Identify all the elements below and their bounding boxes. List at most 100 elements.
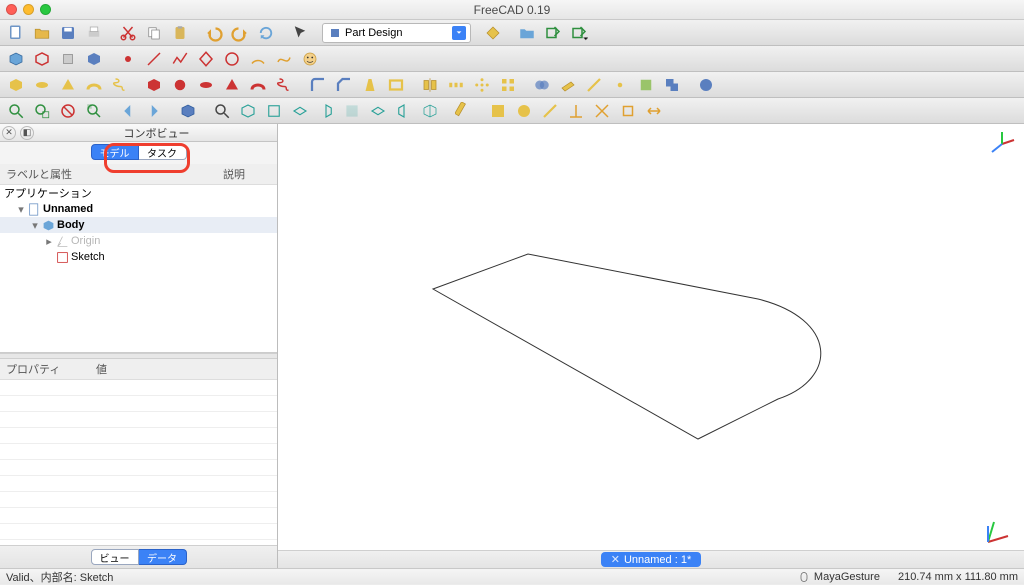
shapebinder-button[interactable]	[634, 74, 658, 96]
zoom-select-button[interactable]	[82, 100, 106, 122]
new-file-button[interactable]	[4, 22, 28, 44]
print-button[interactable]	[82, 22, 106, 44]
loft-button[interactable]	[56, 74, 80, 96]
circle-button[interactable]	[220, 48, 244, 70]
zoom-button[interactable]	[210, 100, 234, 122]
snap6-button[interactable]	[616, 100, 640, 122]
redo-button[interactable]	[228, 22, 252, 44]
tree-row-origin[interactable]: ▸ Origin	[0, 233, 277, 249]
subhelix-button[interactable]	[272, 74, 296, 96]
front-view-button[interactable]	[262, 100, 286, 122]
thickness-button[interactable]	[384, 74, 408, 96]
top-view-button[interactable]	[288, 100, 312, 122]
sphere-button[interactable]	[694, 74, 718, 96]
cancel-button[interactable]	[56, 100, 80, 122]
datum-plane-button[interactable]	[556, 74, 580, 96]
bottom-view-button[interactable]	[366, 100, 390, 122]
groove-button[interactable]	[194, 74, 218, 96]
snap1-button[interactable]	[486, 100, 510, 122]
property-grid[interactable]	[0, 380, 277, 545]
zoom-fit-button[interactable]	[4, 100, 28, 122]
tree-row-sketch[interactable]: Sketch	[0, 249, 277, 265]
revolve-button[interactable]	[30, 74, 54, 96]
ruler-button[interactable]	[452, 100, 476, 122]
nav-back-button[interactable]	[116, 100, 140, 122]
axo-view-button[interactable]	[236, 100, 260, 122]
pad-button[interactable]	[4, 74, 28, 96]
arc-button[interactable]	[246, 48, 270, 70]
paste-button[interactable]	[168, 22, 192, 44]
hole-button[interactable]	[168, 74, 192, 96]
pocket-button[interactable]	[142, 74, 166, 96]
export-button[interactable]	[541, 22, 565, 44]
snap2-button[interactable]	[512, 100, 536, 122]
panel-close-button[interactable]: ✕	[2, 126, 16, 140]
draft-button[interactable]	[358, 74, 382, 96]
tab-data[interactable]: データ	[139, 549, 187, 565]
tab-task[interactable]: タスク	[139, 144, 187, 160]
left-view-button[interactable]	[392, 100, 416, 122]
viewport-3d[interactable]: ✕ Unnamed : 1*	[278, 124, 1024, 568]
face-icon-button[interactable]	[298, 48, 322, 70]
polar-pattern-button[interactable]	[470, 74, 494, 96]
datum-line-button[interactable]	[582, 74, 606, 96]
multitransform-button[interactable]	[496, 74, 520, 96]
model-tree[interactable]: アプリケーション ▾ Unnamed ▾ Body ▸ Origin Sketc…	[0, 185, 277, 353]
tree-row-document[interactable]: ▾ Unnamed	[0, 201, 277, 217]
workbench-select[interactable]: Part Design	[322, 23, 471, 43]
snap5-button[interactable]	[590, 100, 614, 122]
export-dropdown-button[interactable]	[567, 22, 591, 44]
pointer-button[interactable]	[288, 22, 312, 44]
boolean-button[interactable]	[530, 74, 554, 96]
undo-button[interactable]	[202, 22, 226, 44]
titlebar: FreeCAD 0.19	[0, 0, 1024, 20]
cube-out-button[interactable]	[30, 48, 54, 70]
tree-row-app[interactable]: アプリケーション	[0, 185, 277, 201]
polyline-button[interactable]	[168, 48, 192, 70]
datum-point-button[interactable]	[608, 74, 632, 96]
fillet-button[interactable]	[306, 74, 330, 96]
save-button[interactable]	[56, 22, 80, 44]
zoom-window-button2[interactable]	[30, 100, 54, 122]
origin-icon	[56, 235, 69, 248]
viewport-tab-label: Unnamed : 1*	[624, 554, 691, 566]
nav-forward-button[interactable]	[142, 100, 166, 122]
cube-base-button[interactable]	[82, 48, 106, 70]
helix-button[interactable]	[108, 74, 132, 96]
rear-view-button[interactable]	[340, 100, 364, 122]
measure-button[interactable]	[481, 22, 505, 44]
subloft-button[interactable]	[220, 74, 244, 96]
right-view-button[interactable]	[314, 100, 338, 122]
copy-button[interactable]	[142, 22, 166, 44]
view-cube-button[interactable]	[176, 100, 200, 122]
chamfer-button[interactable]	[332, 74, 356, 96]
cube-blue-button[interactable]	[4, 48, 28, 70]
iso-view-button[interactable]	[418, 100, 442, 122]
point-button[interactable]	[116, 48, 140, 70]
dropdown-caret-icon	[452, 26, 466, 40]
line-button[interactable]	[142, 48, 166, 70]
snap4-button[interactable]	[564, 100, 588, 122]
tree-row-body[interactable]: ▾ Body	[0, 217, 277, 233]
viewport-tab[interactable]: ✕ Unnamed : 1*	[601, 552, 701, 567]
cube-lift-button[interactable]	[56, 48, 80, 70]
refresh-button[interactable]	[254, 22, 278, 44]
diamond-button[interactable]	[194, 48, 218, 70]
sweep-button[interactable]	[82, 74, 106, 96]
viewport-tab-close-icon[interactable]: ✕	[611, 553, 620, 566]
cut-button[interactable]	[116, 22, 140, 44]
panel-detach-button[interactable]: ◧	[20, 126, 34, 140]
mirror-button[interactable]	[418, 74, 442, 96]
subsweep-button[interactable]	[246, 74, 270, 96]
linear-pattern-button[interactable]	[444, 74, 468, 96]
open-file-button[interactable]	[30, 22, 54, 44]
tab-model[interactable]: モデル	[91, 144, 139, 160]
prop-col-value: 値	[90, 359, 113, 379]
tab-view[interactable]: ビュー	[91, 549, 139, 565]
snap7-button[interactable]	[642, 100, 666, 122]
snap3-button[interactable]	[538, 100, 562, 122]
clone-button[interactable]	[660, 74, 684, 96]
freehand-button[interactable]	[272, 48, 296, 70]
open-folder-button[interactable]	[515, 22, 539, 44]
status-nav-style[interactable]: MayaGesture	[798, 571, 880, 583]
